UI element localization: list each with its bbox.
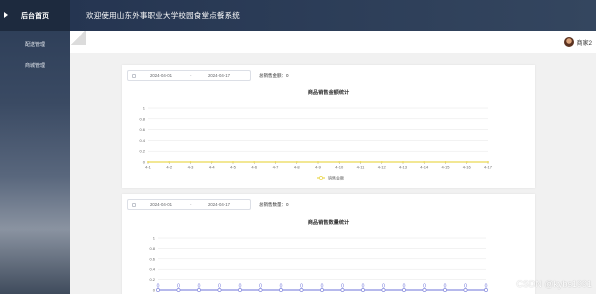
x-tick-label: 4-7 xyxy=(273,165,280,170)
data-point xyxy=(465,161,468,163)
data-point xyxy=(423,161,426,163)
data-point xyxy=(444,161,447,163)
data-point xyxy=(232,161,234,163)
data-point xyxy=(210,161,213,163)
data-label: 0 xyxy=(362,284,365,290)
x-tick-label: 4-12 xyxy=(378,165,387,170)
data-point xyxy=(487,161,489,163)
data-point xyxy=(274,161,277,163)
legend-label: 销售金额 xyxy=(328,175,344,181)
page-title: 欢迎使用山东外事职业大学校园食堂点餐系统 xyxy=(86,11,240,20)
data-label: 0 xyxy=(485,284,488,290)
data-point xyxy=(402,161,404,163)
data-point xyxy=(338,161,341,163)
sales-quantity-chart: 00.20.40.60.814-14-24-34-44-54-64-74-84-… xyxy=(149,236,490,294)
y-tick-label: 0.2 xyxy=(149,277,155,282)
x-tick-label: 4-17 xyxy=(484,165,493,170)
collapse-sidebar-icon[interactable] xyxy=(70,31,86,45)
data-label: 0 xyxy=(341,284,344,290)
data-point xyxy=(189,161,192,163)
data-label: 0 xyxy=(259,284,262,290)
data-point xyxy=(147,161,149,163)
sidebar: 后台首页 配送管理 商城管理 xyxy=(0,0,70,294)
x-tick-label: 4-4 xyxy=(209,165,216,170)
sub-toolbar xyxy=(70,31,596,53)
x-tick-label: 4-6 xyxy=(251,165,258,170)
sales-amount-card: 2024-04-01 - 2024-04-17 总销售金额：0 商品销售金额统计… xyxy=(122,65,535,188)
sales-quantity-card: 2024-04-01 - 2024-04-17 总销售数量：0 商品销售数量统计… xyxy=(122,194,535,294)
data-point xyxy=(295,161,298,163)
user-name: 商家2 xyxy=(576,40,592,47)
data-label: 0 xyxy=(321,284,324,290)
data-point xyxy=(168,161,171,163)
y-tick-label: 1 xyxy=(143,106,146,111)
y-tick-label: 0.6 xyxy=(149,256,155,261)
x-tick-label: 4-13 xyxy=(399,165,408,170)
y-tick-label: 0.8 xyxy=(139,116,145,121)
y-tick-label: 0.4 xyxy=(149,267,155,272)
top-header: 欢迎使用山东外事职业大学校园食堂点餐系统 xyxy=(70,0,596,31)
data-label: 0 xyxy=(444,284,447,290)
x-tick-label: 4-11 xyxy=(357,165,365,170)
legend-marker xyxy=(319,176,323,180)
x-tick-label: 4-8 xyxy=(294,165,301,170)
user-menu[interactable]: 商家2 xyxy=(563,37,592,47)
caret-right-icon xyxy=(4,12,8,18)
data-label: 0 xyxy=(239,284,242,290)
x-tick-label: 4-3 xyxy=(188,165,195,170)
y-tick-label: 1 xyxy=(153,236,156,241)
data-label: 0 xyxy=(157,284,160,290)
data-point xyxy=(359,161,362,163)
data-label: 0 xyxy=(280,284,283,290)
sales-amount-chart: 00.20.40.60.814-1 4-2 4-3 4-4 4-5 4-6 4-7 4-8 4-… xyxy=(139,106,493,181)
data-label: 0 xyxy=(177,284,180,290)
data-point xyxy=(317,161,319,163)
x-tick-label: 4-14 xyxy=(420,165,429,170)
sidebar-item-label: 配送管理 xyxy=(24,42,45,48)
y-tick-label: 0.2 xyxy=(139,149,145,154)
watermark: CSDN @kybs1991 xyxy=(516,279,592,289)
x-tick-label: 4-1 xyxy=(145,165,152,170)
sidebar-item-mall[interactable]: 商城管理 xyxy=(0,55,70,76)
data-label: 0 xyxy=(300,284,303,290)
x-tick-label: 4-2 xyxy=(166,165,173,170)
sidebar-item-delivery[interactable]: 配送管理 xyxy=(0,34,70,55)
x-tick-label: 4-9 xyxy=(315,165,322,170)
data-point xyxy=(253,161,256,163)
data-label: 0 xyxy=(218,284,221,290)
data-label: 0 xyxy=(198,284,201,290)
sidebar-item-label: 商城管理 xyxy=(24,63,45,69)
x-tick-label: 4-15 xyxy=(441,165,450,170)
x-tick-label: 4-5 xyxy=(230,165,237,170)
data-point xyxy=(380,161,383,163)
data-label: 0 xyxy=(464,284,467,290)
y-tick-label: 0.4 xyxy=(139,138,145,143)
avatar[interactable] xyxy=(563,37,574,47)
sidebar-home-label: 后台首页 xyxy=(21,12,49,20)
x-tick-label: 4-10 xyxy=(335,165,344,170)
y-tick-label: 0.6 xyxy=(139,127,145,132)
data-label: 0 xyxy=(382,284,385,290)
data-label: 0 xyxy=(423,284,426,290)
y-tick-label: 0.8 xyxy=(149,246,155,251)
x-tick-label: 4-16 xyxy=(463,165,472,170)
sidebar-item-home[interactable]: 后台首页 xyxy=(0,0,70,31)
data-label: 0 xyxy=(403,284,406,290)
